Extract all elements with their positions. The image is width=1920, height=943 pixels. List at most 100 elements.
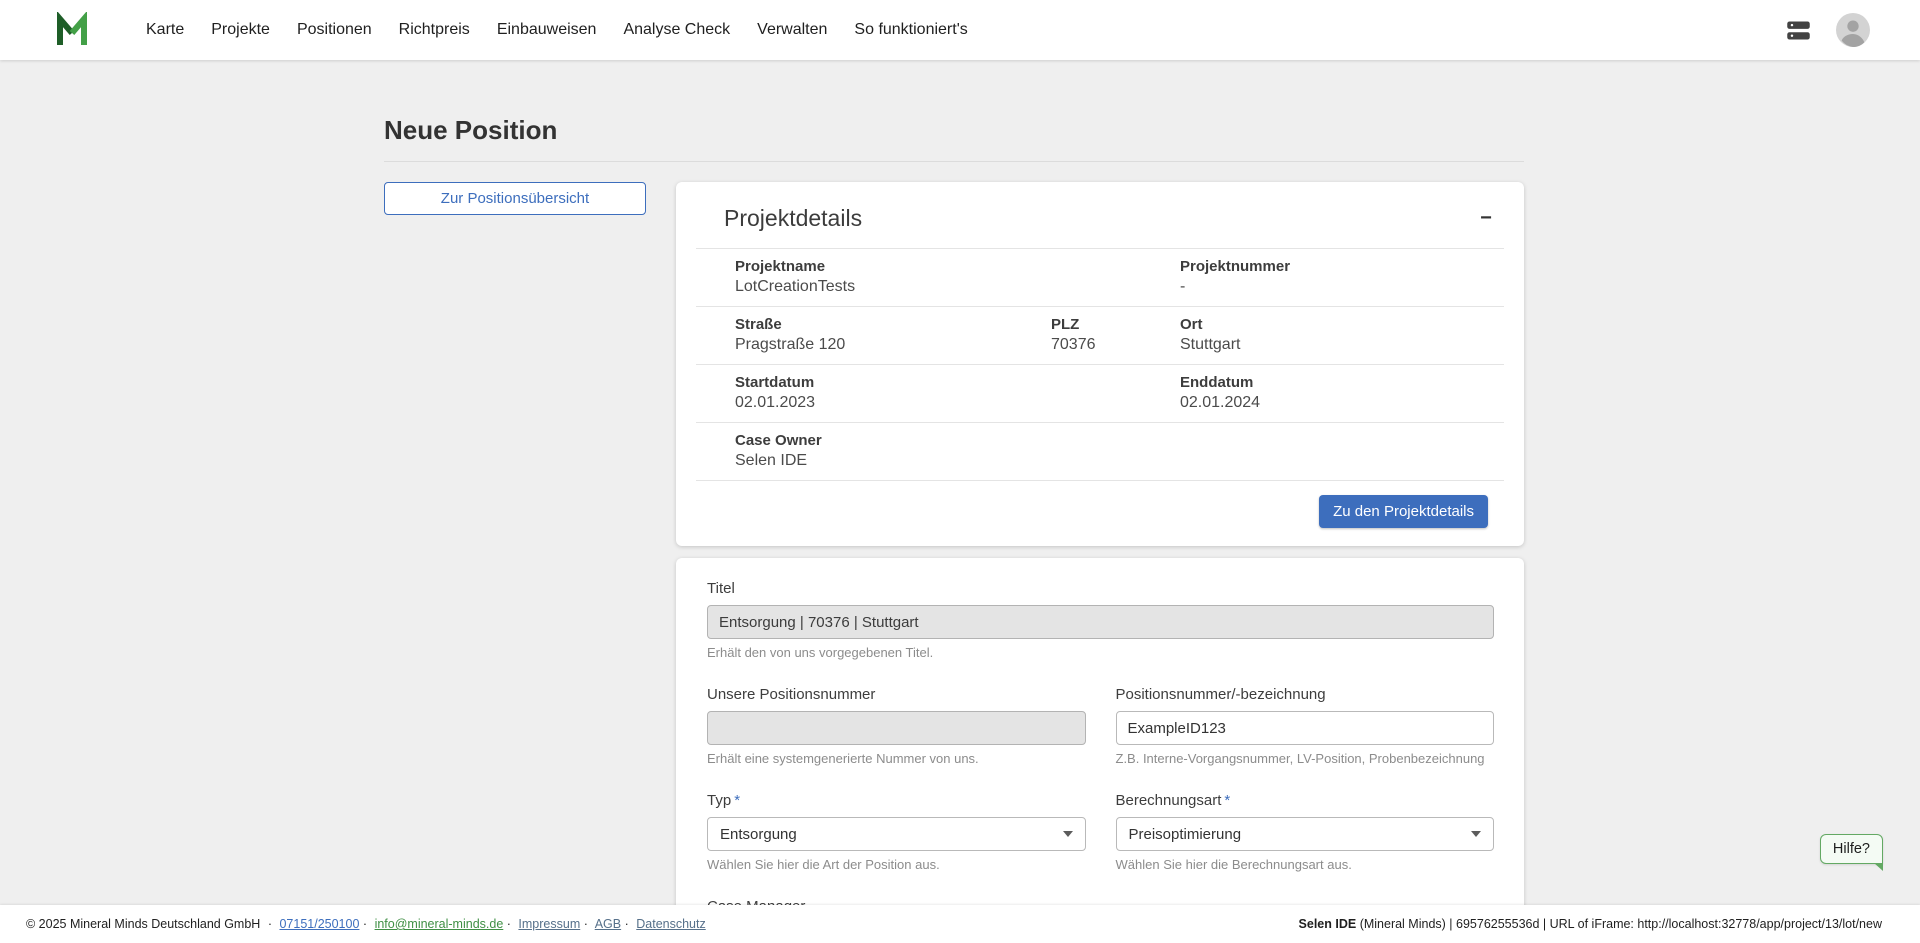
footer-left: © 2025 Mineral Minds Deutschland GmbH · … [26,917,706,931]
field-label: Projektname [735,258,1051,275]
field-label: Enddatum [1180,374,1504,391]
project-detail-table: Projektname LotCreationTests Projektnumm… [696,248,1504,481]
main-content: Neue Position Zur Positionsübersicht Pro… [0,60,1920,943]
berechnungsart-select[interactable]: Preisoptimierung [1116,817,1495,851]
positionsnummer-group: Positionsnummer/-bezeichnung Z.B. Intern… [1116,686,1495,766]
positionsnummer-input[interactable] [1116,711,1495,745]
nav-item-positionen[interactable]: Positionen [297,21,372,39]
unsere-positionsnummer-input [707,711,1086,745]
new-position-form-card: Titel Erhält den von uns vorgegebenen Ti… [676,558,1524,943]
table-row: Startdatum 02.01.2023 Enddatum 02.01.202… [696,365,1504,423]
server-icon-glyph [1785,17,1812,44]
email-link[interactable]: info@mineral-minds.de [375,917,504,931]
field-projektname: Projektname LotCreationTests [735,258,1051,296]
field-plz: PLZ 70376 [1051,316,1180,354]
chevron-down-icon [1471,831,1481,837]
field-label: Case Owner [735,432,1051,449]
table-row: Straße Pragstraße 120 PLZ 70376 Ort Stut… [696,307,1504,365]
unsere-positionsnummer-label: Unsere Positionsnummer [707,686,1086,703]
berechnungsart-helper: Wählen Sie hier die Berechnungsart aus. [1116,857,1495,872]
field-strasse: Straße Pragstraße 120 [735,316,1051,354]
required-mark: * [1224,792,1230,809]
berechnungsart-label-text: Berechnungsart [1116,792,1222,809]
impressum-link[interactable]: Impressum [518,917,580,931]
session-details: (Mineral Minds) | 69576255536d | URL of … [1356,917,1882,931]
nav-item-analyse-check[interactable]: Analyse Check [623,21,730,39]
nav-item-einbauweisen[interactable]: Einbauweisen [497,21,597,39]
field-label: Projektnummer [1180,258,1504,275]
typ-select-value: Entsorgung [720,826,797,843]
nav-item-karte[interactable]: Karte [146,21,184,39]
copyright-text: © 2025 Mineral Minds Deutschland GmbH [26,917,260,931]
datenschutz-link[interactable]: Datenschutz [636,917,705,931]
session-user: Selen IDE [1299,917,1357,931]
titel-field-group: Titel Erhält den von uns vorgegebenen Ti… [707,580,1494,660]
project-card-title: Projektdetails [724,205,862,232]
field-label: Startdatum [735,374,1051,391]
screen: Karte Projekte Positionen Richtpreis Ein… [0,0,1920,943]
field-projektnummer: Projektnummer - [1180,258,1504,296]
right-column: Projektdetails − Projektname LotCreation… [676,182,1524,943]
navbar-right [1785,13,1870,47]
table-row: Case Owner Selen IDE [696,423,1504,481]
field-value: Stuttgart [1180,336,1504,354]
positionsnummer-label: Positionsnummer/-bezeichnung [1116,686,1495,703]
account-icon [1836,13,1870,47]
berechnungsart-label: Berechnungsart* [1116,792,1495,809]
back-to-positions-button[interactable]: Zur Positionsübersicht [384,182,646,215]
unsere-positionsnummer-helper: Erhält eine systemgenerierte Nummer von … [707,751,1086,766]
agb-link[interactable]: AGB [595,917,621,931]
project-details-card: Projektdetails − Projektname LotCreation… [676,182,1524,546]
brand-logo[interactable] [52,12,92,48]
typ-label-text: Typ [707,792,731,809]
user-avatar[interactable] [1836,13,1870,47]
nav-item-verwalten[interactable]: Verwalten [757,21,827,39]
field-value: - [1180,278,1504,296]
field-value: Selen IDE [735,452,1051,470]
nav-item-projekte[interactable]: Projekte [211,21,270,39]
footer-session-info: Selen IDE (Mineral Minds) | 69576255536d… [1299,917,1882,931]
berechnungsart-select-value: Preisoptimierung [1129,826,1242,843]
separator: · [625,917,629,931]
title-divider [384,161,1524,162]
field-case-owner: Case Owner Selen IDE [735,432,1051,470]
nav-item-so-funktionierts[interactable]: So funktioniert's [854,21,967,39]
positionsnummer-helper: Z.B. Interne-Vorgangsnummer, LV-Position… [1116,751,1495,766]
server-icon[interactable] [1785,17,1812,44]
field-label: Ort [1180,316,1504,333]
field-enddatum: Enddatum 02.01.2024 [1180,374,1504,412]
field-label: PLZ [1051,316,1180,333]
titel-input [707,605,1494,639]
berechnungsart-group: Berechnungsart* Preisoptimierung Wählen … [1116,792,1495,872]
typ-group: Typ* Entsorgung Wählen Sie hier die Art … [707,792,1086,872]
collapse-card-button[interactable]: − [1472,204,1500,232]
footer: © 2025 Mineral Minds Deutschland GmbH · … [0,905,1920,943]
titel-label: Titel [707,580,1494,597]
titel-helper: Erhält den von uns vorgegebenen Titel. [707,645,1494,660]
help-button[interactable]: Hilfe? [1820,834,1883,864]
left-column: Zur Positionsübersicht [384,182,646,215]
separator: · [363,917,367,931]
unsere-positionsnummer-group: Unsere Positionsnummer Erhält eine syste… [707,686,1086,766]
required-mark: * [734,792,740,809]
typ-select[interactable]: Entsorgung [707,817,1086,851]
field-value: Pragstraße 120 [735,336,1051,354]
top-navbar: Karte Projekte Positionen Richtpreis Ein… [0,0,1920,60]
main-nav: Karte Projekte Positionen Richtpreis Ein… [146,21,968,39]
mineral-minds-logo-icon [52,12,92,48]
separator: · [507,917,511,931]
field-value: 70376 [1051,336,1180,354]
field-value: LotCreationTests [735,278,1051,296]
separator: · [584,917,588,931]
typ-label: Typ* [707,792,1086,809]
go-to-project-details-button[interactable]: Zu den Projektdetails [1319,495,1488,528]
nav-item-richtpreis[interactable]: Richtpreis [399,21,470,39]
chevron-down-icon [1063,831,1073,837]
field-ort: Ort Stuttgart [1180,316,1504,354]
table-row: Projektname LotCreationTests Projektnumm… [696,248,1504,307]
field-value: 02.01.2024 [1180,394,1504,412]
phone-link[interactable]: 07151/250100 [279,917,359,931]
field-startdatum: Startdatum 02.01.2023 [735,374,1051,412]
typ-helper: Wählen Sie hier die Art der Position aus… [707,857,1086,872]
page-title: Neue Position [384,115,1524,146]
